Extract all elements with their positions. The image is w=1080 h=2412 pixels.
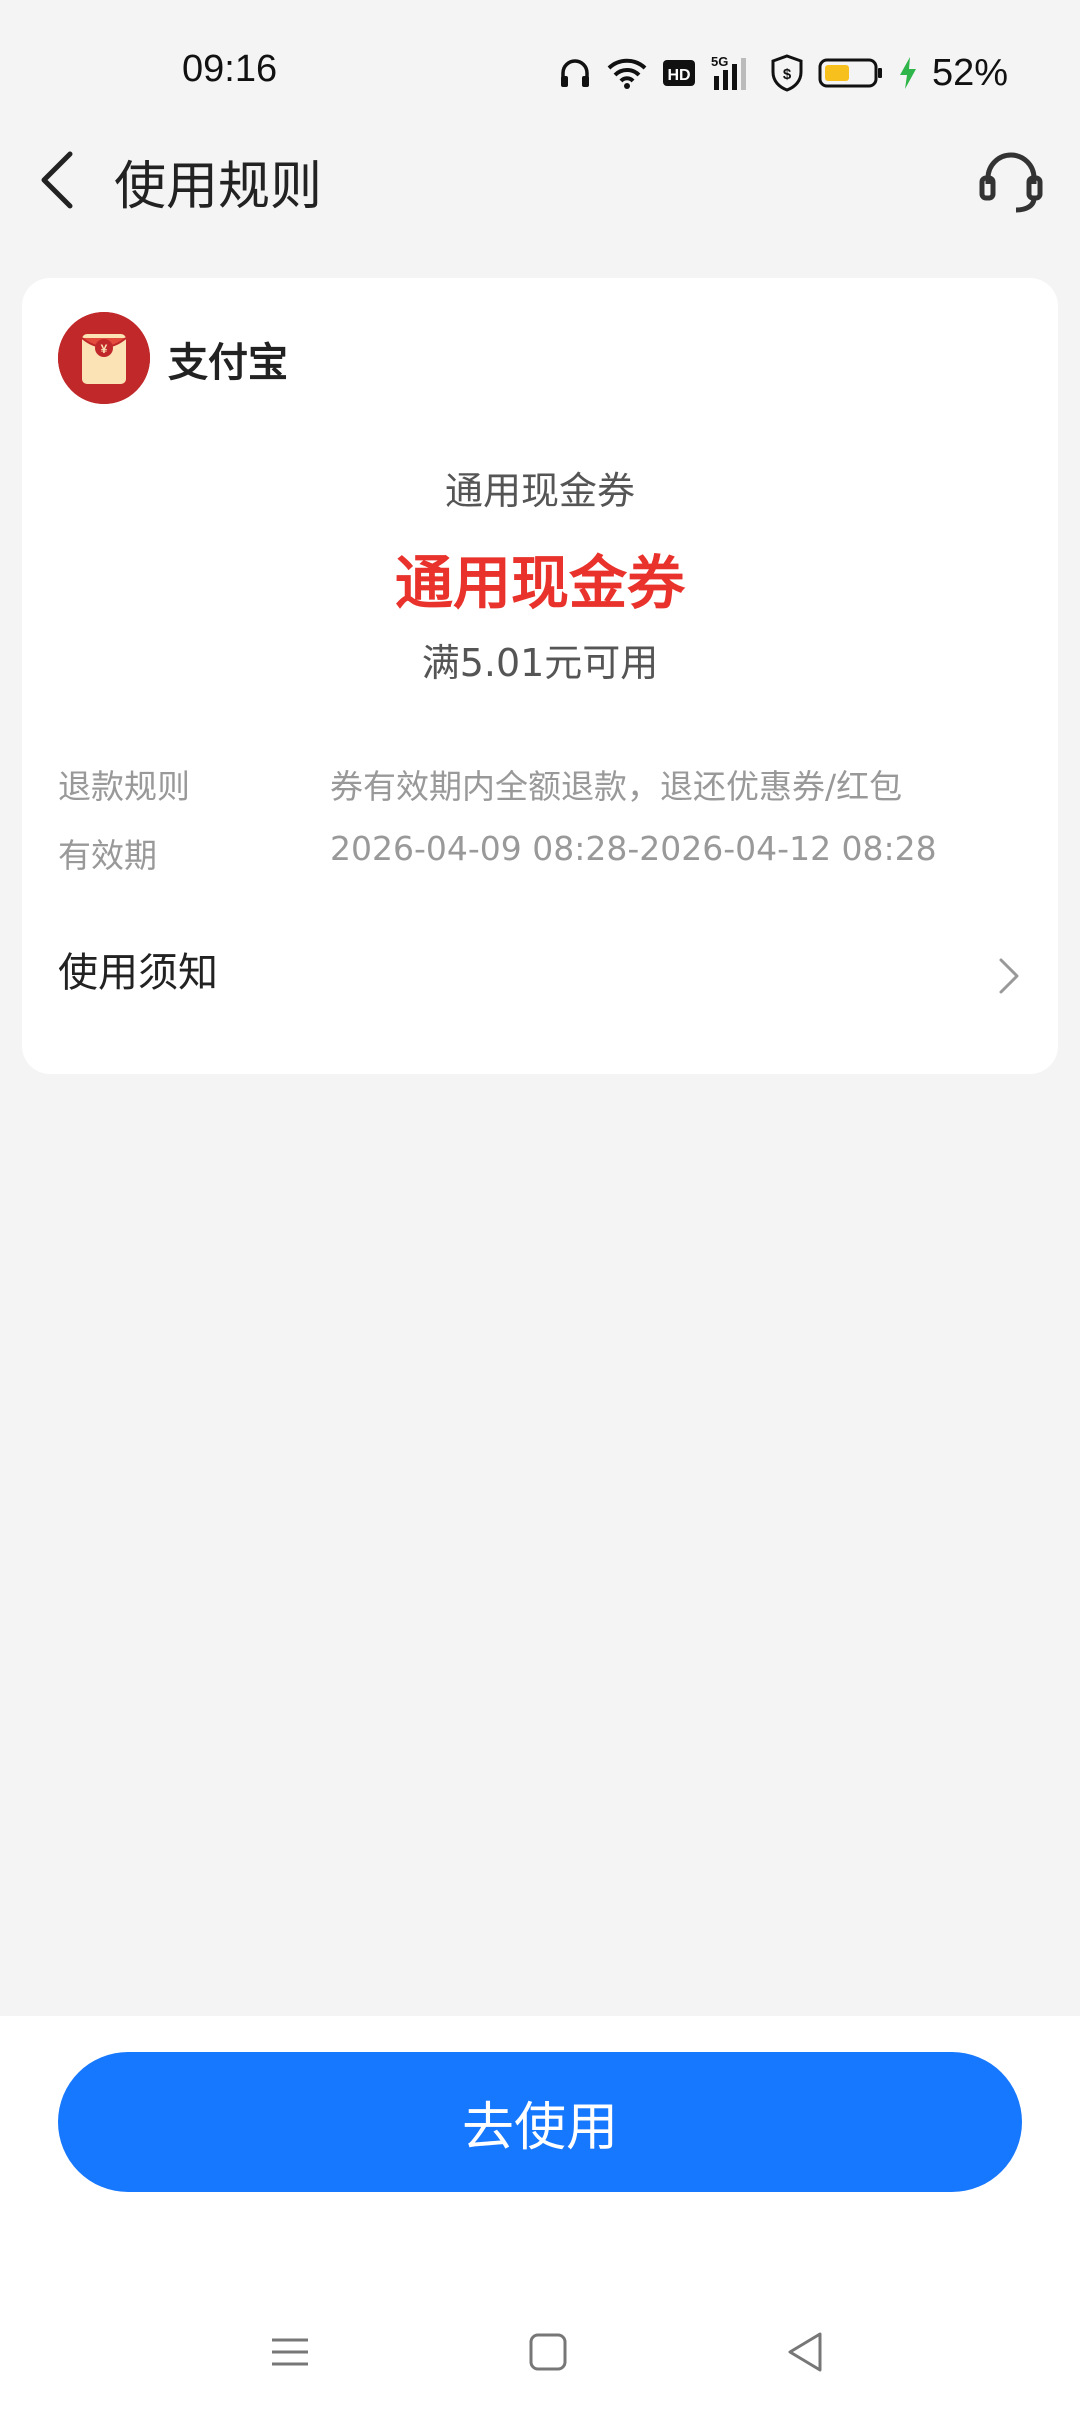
- headphones-icon: [558, 56, 592, 90]
- svg-text:¥: ¥: [101, 342, 108, 356]
- bottom-panel: 去使用: [0, 2016, 1080, 2412]
- header: 使用规则: [0, 140, 1080, 220]
- home-icon[interactable]: [518, 2322, 578, 2382]
- red-envelope-yuan-icon: ¥: [58, 312, 150, 404]
- svg-text:$: $: [783, 66, 792, 83]
- hd-icon: HD: [662, 58, 696, 88]
- page-title: 使用规则: [114, 157, 323, 217]
- coupon-title: 通用现金券: [394, 549, 685, 617]
- coupon-condition: 满5.01元可用: [421, 641, 659, 685]
- usage-notice-label: 使用须知: [58, 950, 218, 996]
- merchant-name: 支付宝: [168, 340, 288, 386]
- rule-label: 有效期: [58, 836, 157, 875]
- rule-value: 券有效期内全额退款，退还优惠券/红包: [330, 767, 903, 806]
- shield-icon: $: [770, 54, 804, 92]
- wifi-icon: [606, 56, 648, 90]
- coupon-type: 通用现金券: [444, 469, 635, 513]
- battery-percent: 52%: [931, 51, 1008, 94]
- status-icons: HD 5G $ 52%: [558, 50, 1008, 96]
- status-time: 09:16: [182, 48, 278, 90]
- svg-text:5G: 5G: [711, 54, 728, 69]
- menu-icon[interactable]: [260, 2322, 320, 2382]
- status-bar: 09:16 HD 5G $ 52%: [0, 0, 1080, 140]
- use-button[interactable]: 去使用: [58, 2052, 1022, 2192]
- svg-text:HD: HD: [667, 67, 690, 84]
- system-nav-bar: [0, 2316, 1080, 2396]
- rule-label: 退款规则: [58, 767, 190, 806]
- page: 09:16 HD 5G $ 52% 使用规则 ¥ 支付宝 通用现金券 通用现金券…: [0, 0, 1080, 2412]
- headset-icon[interactable]: [978, 148, 1044, 214]
- rule-value: 2026-04-09 08:28-2026-04-12 08:28: [330, 829, 937, 868]
- coupon-card: ¥ 支付宝 通用现金券 通用现金券 满5.01元可用 退款规则 券有效期内全额退…: [22, 278, 1058, 1074]
- chevron-left-icon[interactable]: [36, 150, 80, 210]
- charging-icon: [898, 56, 918, 90]
- usage-notice-row[interactable]: 使用须知: [22, 938, 1058, 1018]
- 5g-signal-icon: 5G: [710, 54, 756, 92]
- chevron-right-icon: [998, 956, 1020, 996]
- back-triangle-icon[interactable]: [776, 2322, 836, 2382]
- battery-icon: [818, 57, 884, 89]
